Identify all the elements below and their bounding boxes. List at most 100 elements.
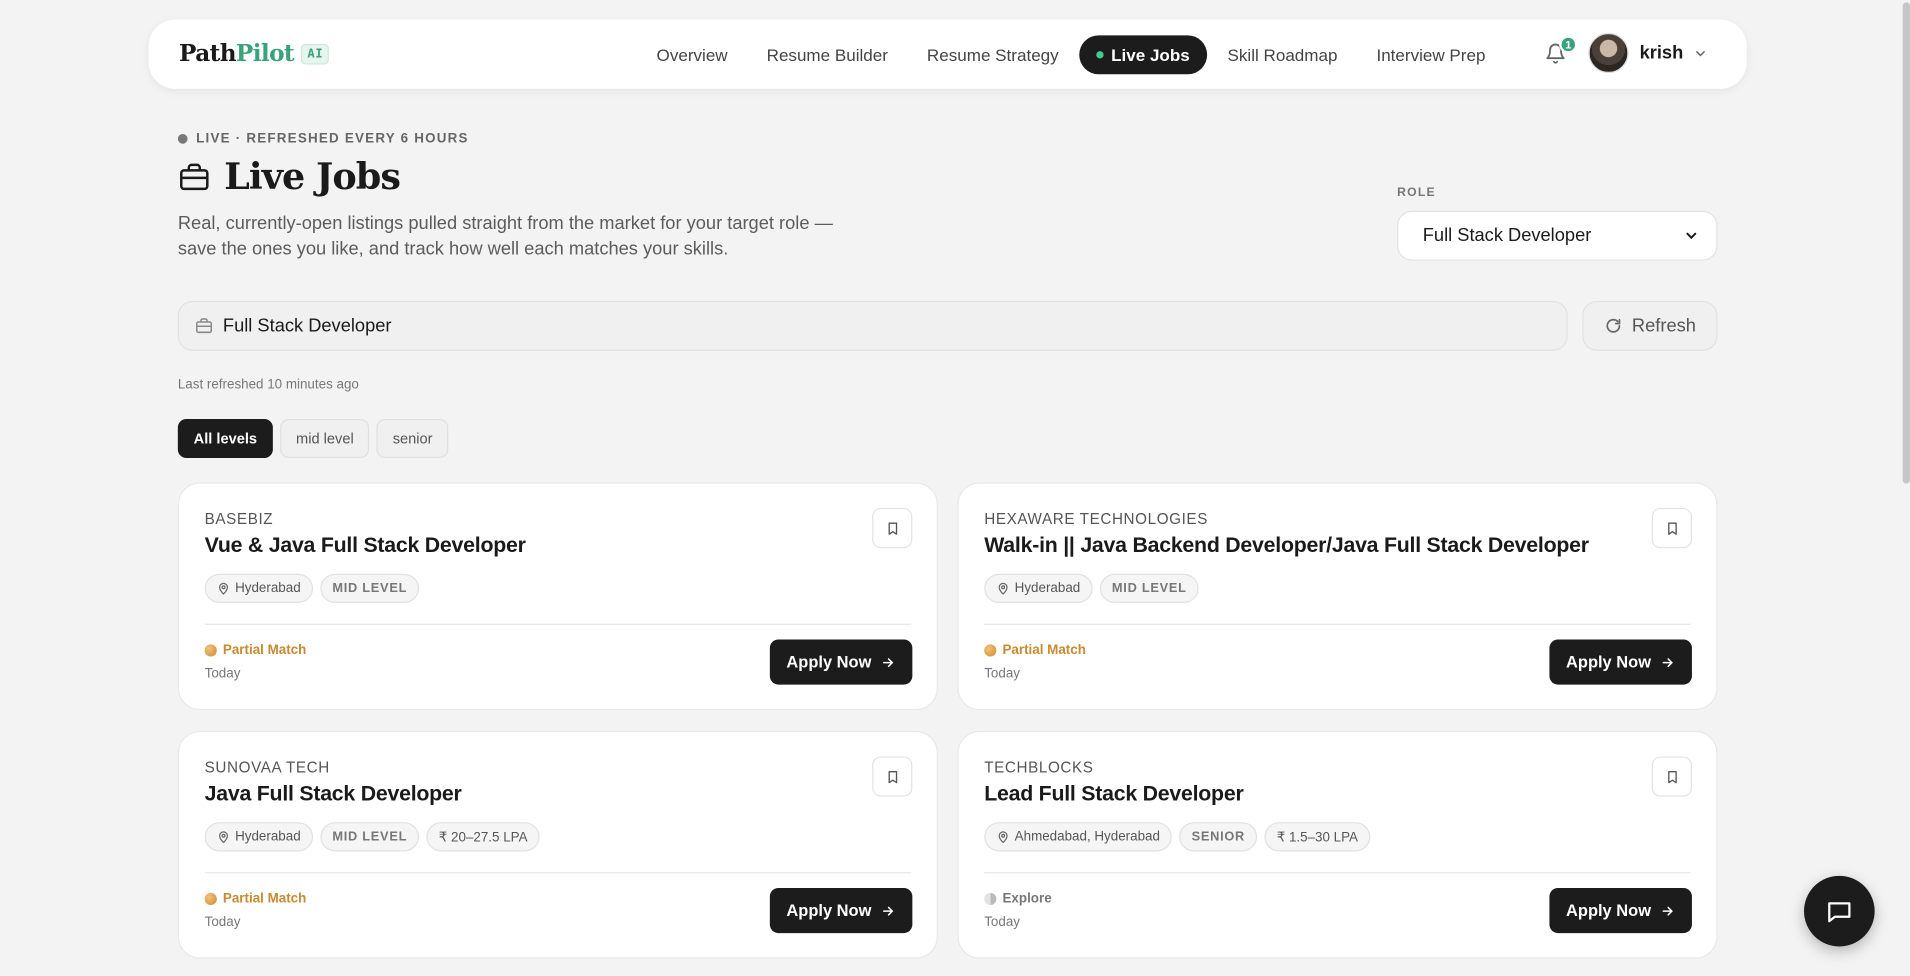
status-dot-icon bbox=[177, 133, 188, 144]
ai-badge: AI bbox=[301, 43, 330, 64]
map-pin-icon bbox=[998, 582, 1008, 595]
chevron-down-icon bbox=[1695, 50, 1705, 56]
main-nav: Overview Resume Builder Resume Strategy … bbox=[638, 35, 1504, 75]
chat-button[interactable] bbox=[1804, 875, 1875, 947]
apply-now-label: Apply Now bbox=[786, 901, 872, 920]
arrow-right-icon bbox=[883, 657, 894, 667]
posted-date: Today bbox=[204, 914, 241, 930]
card-divider bbox=[984, 623, 1691, 625]
brand-name-part1: Path bbox=[179, 40, 236, 67]
bookmark-button[interactable] bbox=[872, 756, 913, 797]
role-select[interactable]: Full Stack Developer bbox=[1397, 210, 1718, 261]
map-pin-icon bbox=[218, 582, 229, 595]
location-text: Ahmedabad, Hyderabad bbox=[1014, 829, 1160, 845]
job-tags: Ahmedabad, Hyderabad SENIOR ₹ 1.5–30 LPA bbox=[984, 822, 1371, 852]
role-selected-value: Full Stack Developer bbox=[1422, 225, 1592, 247]
location-tag: Hyderabad bbox=[204, 573, 313, 603]
match-dot-icon bbox=[984, 892, 997, 906]
job-title[interactable]: Walk-in || Java Backend Developer/Java F… bbox=[984, 532, 1589, 558]
bookmark-button[interactable] bbox=[872, 507, 913, 549]
job-tags: Hyderabad MID LEVEL bbox=[984, 573, 1199, 603]
bookmark-button[interactable] bbox=[1651, 507, 1692, 549]
match-dot-icon bbox=[204, 892, 217, 906]
page-title: Live Jobs bbox=[178, 155, 401, 199]
scrollbar-thumb[interactable] bbox=[1902, 2, 1910, 484]
arrow-right-icon bbox=[1663, 657, 1674, 667]
apply-now-button[interactable]: Apply Now bbox=[1549, 887, 1692, 934]
map-pin-icon bbox=[218, 830, 229, 843]
brand-logo[interactable]: Path Pilot AI bbox=[179, 40, 330, 67]
card-divider bbox=[204, 623, 912, 625]
refresh-button-label: Refresh bbox=[1631, 315, 1696, 337]
page-title-text: Live Jobs bbox=[224, 155, 401, 199]
page-subtitle: Real, currently-open listings pulled str… bbox=[177, 213, 833, 259]
match-label: Partial Match bbox=[222, 891, 307, 907]
filter-all-levels[interactable]: All levels bbox=[177, 419, 273, 459]
bookmark-icon bbox=[887, 521, 897, 535]
bookmark-icon bbox=[887, 770, 897, 783]
nav-overview[interactable]: Overview bbox=[638, 35, 746, 74]
map-pin-icon bbox=[998, 830, 1008, 843]
briefcase-icon bbox=[196, 318, 213, 334]
level-tag: MID LEVEL bbox=[320, 822, 420, 852]
apply-now-button[interactable]: Apply Now bbox=[769, 639, 913, 685]
job-title[interactable]: Lead Full Stack Developer bbox=[984, 781, 1244, 807]
location-text: Hyderabad bbox=[235, 581, 301, 596]
card-divider bbox=[984, 872, 1691, 874]
user-name: krish bbox=[1639, 42, 1684, 64]
level-tag: SENIOR bbox=[1179, 822, 1258, 852]
match-status: Partial Match bbox=[204, 891, 307, 907]
posted-date: Today bbox=[204, 666, 241, 681]
job-card: HEXAWARE TECHNOLOGIES Walk-in || Java Ba… bbox=[957, 482, 1718, 711]
filter-senior[interactable]: senior bbox=[376, 419, 449, 459]
nav-resume-strategy[interactable]: Resume Strategy bbox=[909, 35, 1077, 74]
match-label: Explore bbox=[1002, 891, 1052, 907]
level-tag: MID LEVEL bbox=[320, 573, 420, 603]
job-card: SUNOVAA TECH Java Full Stack Developer H… bbox=[177, 730, 938, 959]
role-label: ROLE bbox=[1397, 186, 1436, 200]
arrow-right-icon bbox=[883, 906, 894, 915]
nav-live-jobs[interactable]: Live Jobs bbox=[1079, 35, 1207, 75]
nav-live-jobs-label: Live Jobs bbox=[1111, 45, 1190, 65]
location-tag: Ahmedabad, Hyderabad bbox=[984, 822, 1173, 852]
filter-mid-level[interactable]: mid level bbox=[280, 419, 370, 459]
notification-count-badge: 1 bbox=[1559, 35, 1578, 54]
search-input[interactable]: Full Stack Developer bbox=[177, 300, 1568, 351]
job-title[interactable]: Java Full Stack Developer bbox=[205, 781, 462, 807]
apply-now-label: Apply Now bbox=[1566, 652, 1651, 672]
chevron-down-icon bbox=[1686, 232, 1697, 240]
salary-tag: ₹ 1.5–30 LPA bbox=[1264, 822, 1371, 852]
job-card: TECHBLOCKS Lead Full Stack Developer Ahm… bbox=[957, 730, 1718, 959]
job-tags: Hyderabad MID LEVEL bbox=[204, 573, 420, 603]
match-dot-icon bbox=[984, 644, 997, 657]
job-company: HEXAWARE TECHNOLOGIES bbox=[984, 510, 1208, 528]
match-dot-icon bbox=[204, 644, 217, 657]
notifications-button[interactable]: 1 bbox=[1545, 35, 1578, 65]
match-label: Partial Match bbox=[1002, 643, 1086, 658]
level-filters: All levels mid level senior bbox=[177, 419, 449, 459]
live-dot-icon bbox=[1096, 51, 1104, 59]
user-menu[interactable]: krish bbox=[1588, 32, 1707, 74]
live-status-text: LIVE · REFRESHED EVERY 6 HOURS bbox=[196, 131, 469, 147]
match-label: Partial Match bbox=[222, 643, 307, 658]
job-company: SUNOVAA TECH bbox=[204, 758, 330, 776]
bookmark-icon bbox=[1667, 770, 1677, 783]
page-scrollbar[interactable] bbox=[1902, 0, 1910, 976]
nav-skill-roadmap[interactable]: Skill Roadmap bbox=[1209, 35, 1355, 74]
location-text: Hyderabad bbox=[235, 829, 301, 845]
nav-interview-prep[interactable]: Interview Prep bbox=[1358, 35, 1504, 74]
posted-date: Today bbox=[984, 914, 1020, 930]
location-text: Hyderabad bbox=[1014, 581, 1081, 596]
refresh-icon bbox=[1606, 318, 1620, 333]
salary-tag: ₹ 20–27.5 LPA bbox=[426, 822, 540, 852]
job-tags: Hyderabad MID LEVEL ₹ 20–27.5 LPA bbox=[204, 822, 540, 852]
avatar bbox=[1588, 32, 1629, 74]
apply-now-label: Apply Now bbox=[1566, 901, 1651, 920]
bookmark-button[interactable] bbox=[1651, 756, 1692, 797]
apply-now-button[interactable]: Apply Now bbox=[1549, 639, 1692, 685]
refresh-button[interactable]: Refresh bbox=[1582, 300, 1718, 351]
job-title[interactable]: Vue & Java Full Stack Developer bbox=[205, 532, 526, 558]
job-company: BASEBIZ bbox=[204, 510, 274, 528]
nav-resume-builder[interactable]: Resume Builder bbox=[748, 35, 906, 74]
apply-now-button[interactable]: Apply Now bbox=[769, 887, 913, 934]
